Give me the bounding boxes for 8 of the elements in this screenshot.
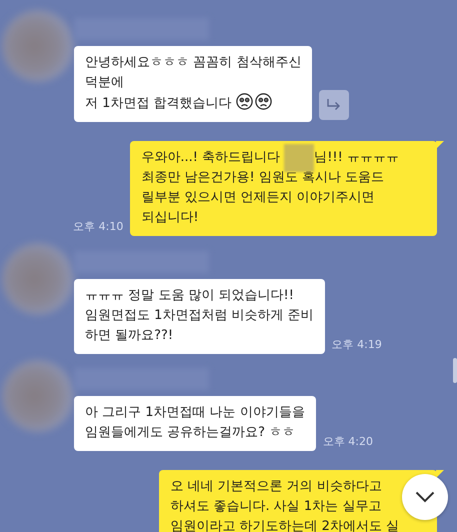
- message-bubble: 우와아...! 축하드립니다 님!!! ㅠㅠㅠㅠ 최종만 남은건가용! 임원도 혹시나 도움드 릴부분 있으시면 언제든지 이야기주시면 되십니다!: [130, 141, 437, 236]
- message-bubble: 아 그리구 1차면접때 나눈 이야기들을 임원들에게도 공유하는걸까요? ㅎㅎ: [74, 396, 316, 451]
- message-bubble: ㅠㅠㅠ 정말 도움 많이 되었습니다!! 임원면접도 1차면접처럼 비슷하게 준비 하면 될까요??!: [74, 279, 325, 354]
- message-time: 오후 4:19: [332, 337, 382, 352]
- message-bubble: 안녕하세요ㅎㅎㅎ 꼼꼼히 첨삭해주신 덕분에 저 1차면접 합격했습니다: [74, 46, 312, 122]
- message-time: 오후 4:20: [322, 434, 374, 449]
- message-time: 오후 4:10: [73, 219, 124, 234]
- message-bubble: 오 네네 기본적으론 거의 비슷하다고 하셔도 좋습니다. 사실 1차는 실무고 임원이라고 하기도하는데 2차에서도 실: [159, 470, 437, 532]
